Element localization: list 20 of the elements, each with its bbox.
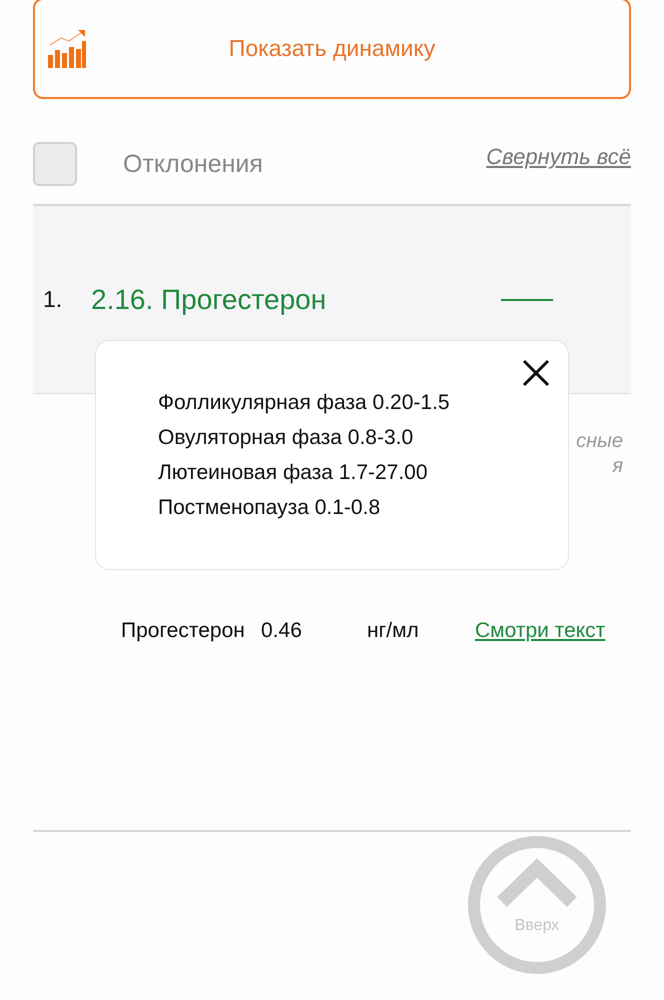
- reference-line: Постменопауза 0.1-0.8: [158, 495, 382, 521]
- reference-line: Лютеиновая фаза 1.7-27.00: [158, 460, 429, 486]
- note-text: сные: [576, 430, 623, 453]
- collapse-all-link[interactable]: Свернуть всё: [486, 144, 631, 170]
- see-text-link[interactable]: Смотри текст: [475, 616, 610, 646]
- table-cell-text: 0.46: [261, 619, 303, 643]
- chevron-circle-icon: [467, 835, 607, 975]
- test-title: 2.16. Прогестерон: [91, 284, 328, 316]
- reference-line: Фолликулярная фаза 0.20-1.5: [158, 390, 451, 416]
- close-icon[interactable]: [522, 359, 550, 387]
- note-text: я: [612, 455, 623, 478]
- dash-icon: [501, 298, 553, 300]
- table-cell-text: нг/мл: [367, 619, 420, 643]
- reference-line: Овуляторная фаза 0.8-3.0: [158, 425, 414, 451]
- table-cell-text: Прогестерон: [121, 618, 246, 644]
- show-dynamics-button[interactable]: Показать динамику: [33, 0, 631, 99]
- checkbox[interactable]: [33, 142, 77, 186]
- item-number: 1.: [43, 286, 64, 313]
- bar-chart-icon: [47, 28, 87, 68]
- checkbox-label: Отклонения: [123, 150, 264, 178]
